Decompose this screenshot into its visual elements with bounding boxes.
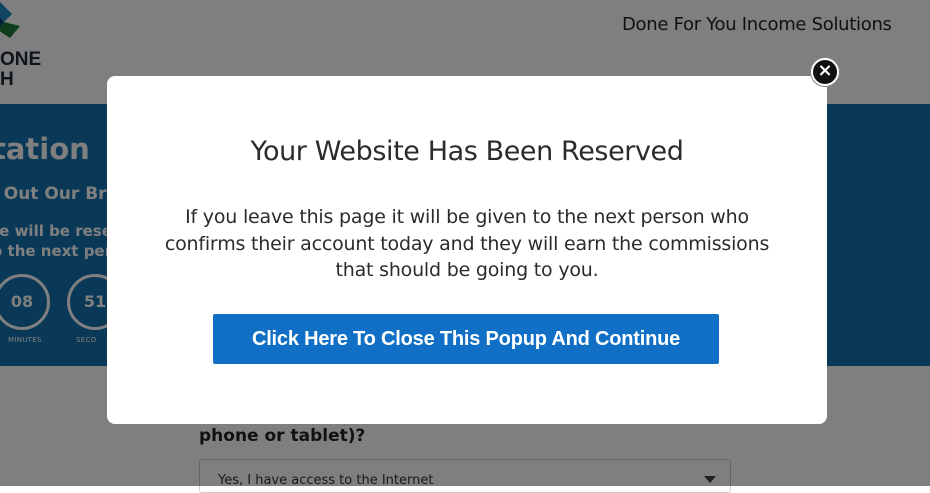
close-popup-continue-button[interactable]: Click Here To Close This Popup And Conti… — [213, 314, 719, 364]
close-icon[interactable]: × — [811, 58, 839, 86]
modal-title: Your Website Has Been Reserved — [250, 136, 684, 167]
reservation-modal: Your Website Has Been Reserved If you le… — [107, 76, 827, 424]
modal-body: If you leave this page it will be given … — [164, 206, 770, 281]
